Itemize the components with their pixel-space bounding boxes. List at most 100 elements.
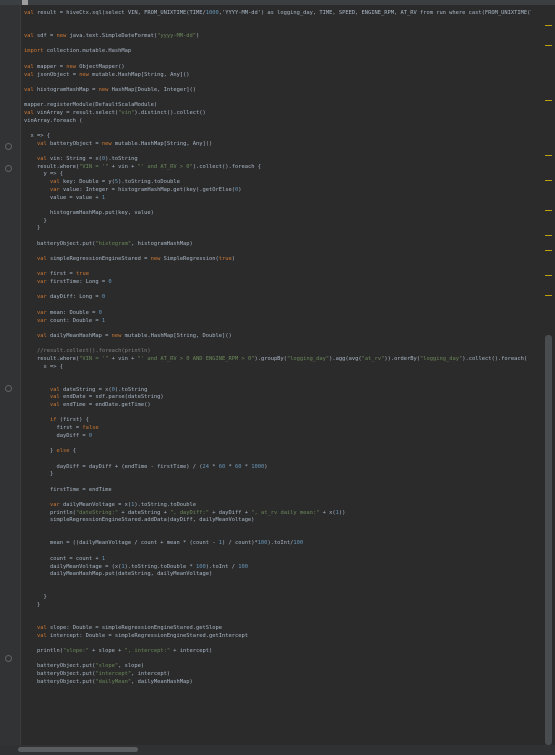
- code-line[interactable]: [24, 617, 531, 625]
- code-line[interactable]: [24, 287, 531, 295]
- code-line[interactable]: histogramHashMap.put(key, value): [24, 210, 531, 218]
- code-line[interactable]: val simpleRegressionEngineStared = new S…: [24, 256, 531, 264]
- horizontal-scroll-thumb[interactable]: [18, 747, 138, 752]
- code-line[interactable]: value = value + 1: [24, 195, 531, 203]
- code-line[interactable]: [24, 656, 531, 664]
- code-line[interactable]: val histogramHashMap = new HashMap[Doubl…: [24, 87, 531, 95]
- code-line[interactable]: [24, 125, 531, 133]
- code-line[interactable]: val result = hiveCtx.sql(select VIN, FRO…: [24, 10, 531, 18]
- code-line[interactable]: [24, 548, 531, 556]
- code-line[interactable]: result.where("VIN = '" + vin + "' and AT…: [24, 164, 531, 172]
- code-line[interactable]: dayDiff = 0: [24, 433, 531, 441]
- code-line[interactable]: [24, 587, 531, 595]
- code-line[interactable]: }: [24, 218, 531, 226]
- code-line[interactable]: [24, 441, 531, 449]
- code-line[interactable]: [24, 95, 531, 103]
- code-line[interactable]: dailyMeanHashMap.put(dateString, dailyMe…: [24, 571, 531, 579]
- code-line[interactable]: [24, 264, 531, 272]
- code-line[interactable]: [24, 479, 531, 487]
- code-line[interactable]: var count: Double = 1: [24, 318, 531, 326]
- code-line[interactable]: var mean: Double = 0: [24, 310, 531, 318]
- code-line[interactable]: val slope: Double = simpleRegressionEngi…: [24, 625, 531, 633]
- code-line[interactable]: result.where("VIN = '" + vin + "' and AT…: [24, 356, 531, 364]
- code-line[interactable]: batteryObject.put("histogram", histogram…: [24, 241, 531, 249]
- code-line[interactable]: }: [24, 225, 531, 233]
- line-gutter[interactable]: [0, 5, 21, 745]
- code-line[interactable]: dailyMeanVoltage = (x(1).toString.toDoub…: [24, 564, 531, 572]
- code-line[interactable]: [24, 525, 531, 533]
- code-line[interactable]: x => {: [24, 133, 531, 141]
- code-line[interactable]: [24, 456, 531, 464]
- code-line[interactable]: println("slope:" + slope + ", intercept:…: [24, 648, 531, 656]
- code-line[interactable]: [24, 202, 531, 210]
- code-line[interactable]: [24, 341, 531, 349]
- code-line[interactable]: [24, 148, 531, 156]
- code-line[interactable]: val mapper = new ObjectMapper(): [24, 64, 531, 72]
- fold-marker-icon[interactable]: [5, 143, 12, 150]
- code-line[interactable]: val endTime = endDate.getTime(): [24, 402, 531, 410]
- code-editor-window: val result = hiveCtx.sql(select VIN, FRO…: [0, 0, 555, 755]
- vertical-scrollbar[interactable]: [545, 335, 552, 745]
- code-line[interactable]: val sdf = new java.text.SimpleDateFormat…: [24, 33, 531, 41]
- code-line[interactable]: var first = true: [24, 271, 531, 279]
- code-line[interactable]: [24, 248, 531, 256]
- code-line[interactable]: }: [24, 594, 531, 602]
- code-line[interactable]: [24, 325, 531, 333]
- error-stripe[interactable]: [541, 5, 555, 745]
- code-line[interactable]: }: [24, 602, 531, 610]
- code-line[interactable]: first = false: [24, 425, 531, 433]
- code-line[interactable]: mapper.registerModule(DefaultScalaModule…: [24, 102, 531, 110]
- code-line[interactable]: batteryObject.put("dailyMean", dailyMean…: [24, 679, 531, 687]
- code-text-area[interactable]: val result = hiveCtx.sql(select VIN, FRO…: [24, 10, 531, 740]
- code-line[interactable]: var dailyMeanVoltage = x(1).toString.toD…: [24, 502, 531, 510]
- code-line[interactable]: batteryObject.put("intercept", intercept…: [24, 671, 531, 679]
- code-line[interactable]: [24, 233, 531, 241]
- code-line[interactable]: y => {: [24, 171, 531, 179]
- code-line[interactable]: [24, 579, 531, 587]
- code-line[interactable]: [24, 302, 531, 310]
- code-line[interactable]: [24, 25, 531, 33]
- code-line[interactable]: [24, 41, 531, 49]
- code-line[interactable]: } else {: [24, 448, 531, 456]
- code-line[interactable]: [24, 56, 531, 64]
- bookmark-marker: [22, 0, 28, 5]
- code-line[interactable]: batteryObject.put("slope", slope): [24, 663, 531, 671]
- code-line[interactable]: val endDate = sdf.parse(dateString): [24, 394, 531, 402]
- code-line[interactable]: if (first) {: [24, 417, 531, 425]
- code-line[interactable]: simpleRegressionEngineStared.addData(day…: [24, 517, 531, 525]
- code-line[interactable]: import collection.mutable.HashMap: [24, 48, 531, 56]
- code-line[interactable]: count = count + 1: [24, 556, 531, 564]
- fold-marker-icon[interactable]: [5, 385, 12, 392]
- code-line[interactable]: val jsonObject = new mutable.HashMap[Str…: [24, 72, 531, 80]
- code-line[interactable]: //result.collect().foreach(println): [24, 348, 531, 356]
- code-line[interactable]: [24, 494, 531, 502]
- code-line[interactable]: [24, 379, 531, 387]
- code-line[interactable]: firstTime = endTime: [24, 487, 531, 495]
- fold-marker-icon[interactable]: [5, 165, 12, 172]
- code-line[interactable]: [24, 18, 531, 26]
- code-line[interactable]: val dateString = x(0).toString: [24, 387, 531, 395]
- code-line[interactable]: var value: Integer = histogramHashMap.ge…: [24, 187, 531, 195]
- code-line[interactable]: }: [24, 471, 531, 479]
- code-line[interactable]: val vin: String = x(0).toString: [24, 156, 531, 164]
- code-line[interactable]: [24, 410, 531, 418]
- code-line[interactable]: mean = ((dailyMeanVoltage / count + mean…: [24, 540, 531, 548]
- code-line[interactable]: [24, 79, 531, 87]
- fold-marker-icon[interactable]: [5, 655, 12, 662]
- code-line[interactable]: var firstTime: Long = 0: [24, 279, 531, 287]
- code-line[interactable]: [24, 371, 531, 379]
- code-line[interactable]: x => {: [24, 364, 531, 372]
- code-line[interactable]: println("dateString:" + dateString + ", …: [24, 510, 531, 518]
- code-line[interactable]: [24, 610, 531, 618]
- code-line[interactable]: val intercept: Double = simpleRegression…: [24, 633, 531, 641]
- code-line[interactable]: val vinArray = result.select("vin").dist…: [24, 110, 531, 118]
- code-line[interactable]: var dayDiff: Long = 0: [24, 294, 531, 302]
- horizontal-scrollbar[interactable]: [0, 745, 555, 755]
- code-line[interactable]: val batteryObject = new mutable.HashMap[…: [24, 141, 531, 149]
- code-line[interactable]: dayDiff = dayDiff + (endTime - firstTime…: [24, 464, 531, 472]
- code-line[interactable]: vinArray.foreach (: [24, 118, 531, 126]
- code-line[interactable]: val key: Double = y(5).toString.toDouble: [24, 179, 531, 187]
- code-line[interactable]: [24, 533, 531, 541]
- code-line[interactable]: [24, 640, 531, 648]
- code-line[interactable]: val dailyMeanHashMap = new mutable.HashM…: [24, 333, 531, 341]
